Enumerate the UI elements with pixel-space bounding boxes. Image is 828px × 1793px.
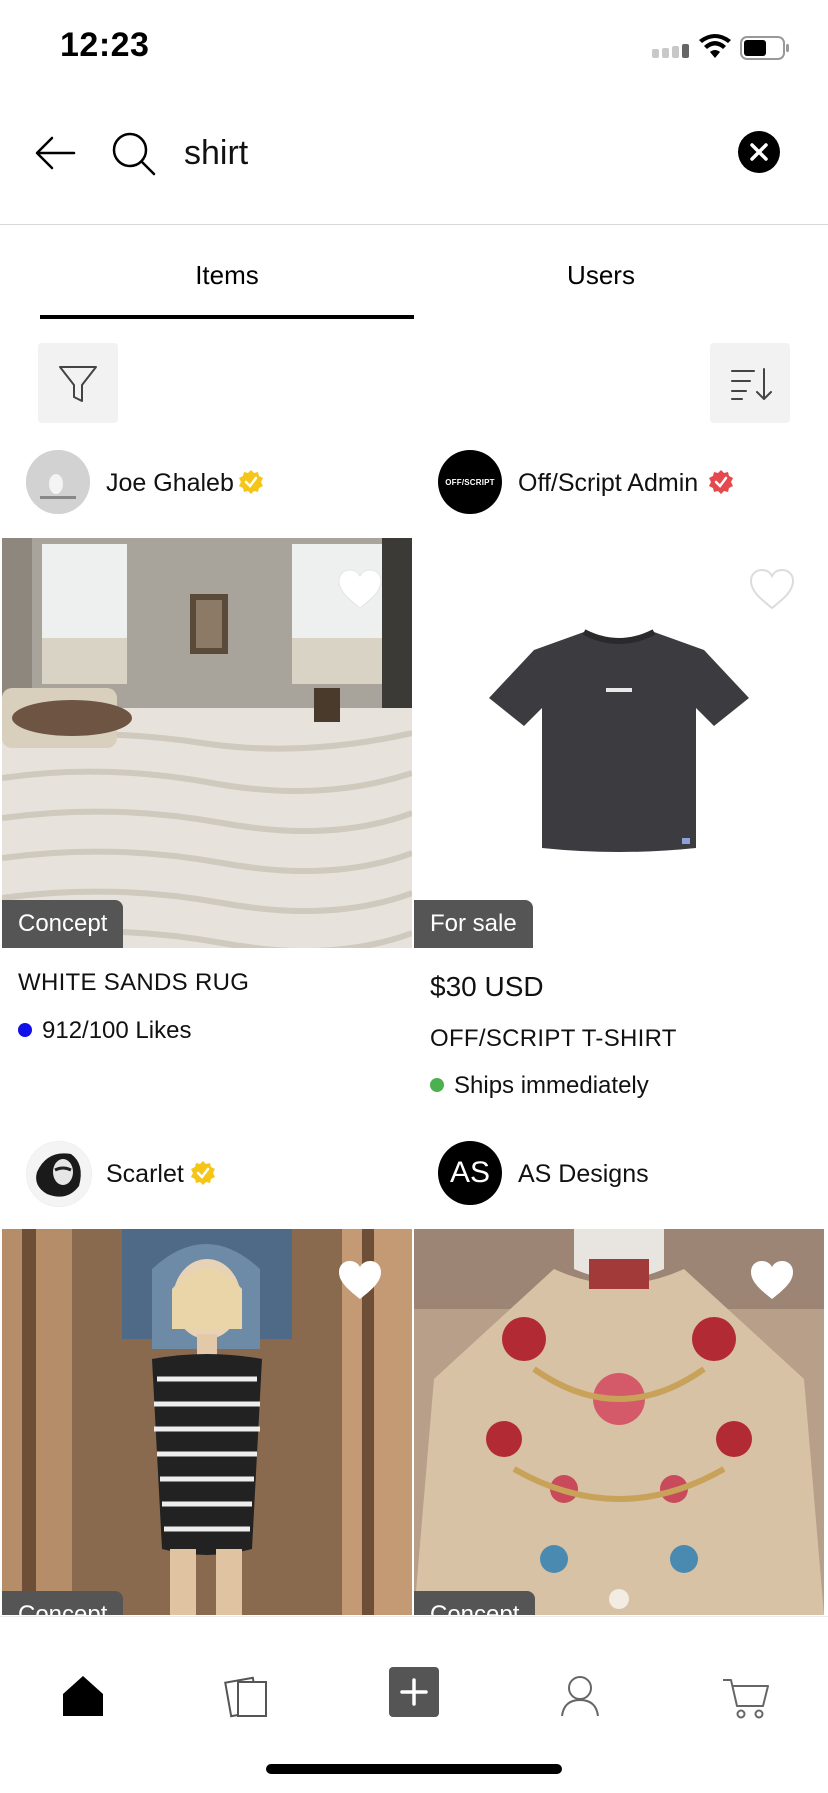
like-heart-icon[interactable] (337, 568, 383, 610)
item-tag: Concept (414, 1591, 536, 1615)
like-heart-icon[interactable] (749, 1259, 795, 1301)
item-tag: For sale (414, 900, 533, 948)
user-name[interactable]: Off/Script Admin (518, 469, 698, 498)
avatar[interactable]: AS (438, 1141, 502, 1205)
item-tag: Concept (2, 900, 124, 948)
user-name[interactable]: AS Designs (518, 1160, 649, 1189)
filter-icon (59, 366, 97, 402)
cart-icon[interactable] (715, 1666, 775, 1726)
header-divider (0, 224, 828, 225)
status-dot (18, 1023, 32, 1037)
add-icon (400, 1678, 428, 1706)
home-icon[interactable] (53, 1666, 113, 1726)
user-name[interactable]: Joe Ghaleb (106, 469, 234, 498)
user-photo (27, 1142, 91, 1206)
avatar[interactable] (26, 1141, 92, 1207)
search-icon (112, 132, 156, 176)
tab-items[interactable]: Items (40, 240, 414, 320)
user-photo (26, 450, 90, 514)
item-title[interactable]: WHITE SANDS RUG (18, 969, 249, 997)
back-button[interactable] (30, 128, 80, 178)
avatar-text: OFF/SCRIPT (445, 477, 495, 487)
status-dot (430, 1078, 444, 1092)
item-title[interactable]: OFF/SCRIPT T-SHIRT (430, 1025, 677, 1053)
item-status-text: 912/100 Likes (42, 1017, 192, 1044)
add-button[interactable] (389, 1667, 439, 1717)
verified-badge-icon (191, 1161, 215, 1185)
sort-icon (731, 368, 772, 400)
avatar-text: AS (449, 1156, 491, 1189)
clear-search-button[interactable] (738, 131, 780, 173)
item-status: Ships immediately (430, 1072, 649, 1100)
active-tab-indicator (40, 315, 414, 319)
battery-icon (740, 36, 789, 60)
like-heart-icon[interactable] (337, 1259, 383, 1301)
status-time: 12:23 (60, 26, 150, 64)
search-input[interactable] (184, 126, 704, 180)
like-heart-icon[interactable] (749, 568, 795, 610)
user-name[interactable]: Scarlet (106, 1160, 184, 1189)
item-price: $30 USD (430, 971, 544, 1002)
close-icon (750, 143, 768, 161)
tab-users[interactable]: Users (414, 240, 788, 320)
item-status: 912/100 Likes (18, 1017, 191, 1045)
profile-icon[interactable] (550, 1666, 610, 1726)
item-tag: Concept (2, 1591, 124, 1615)
home-indicator (266, 1764, 562, 1774)
sort-button[interactable] (710, 343, 790, 423)
avatar[interactable] (26, 450, 90, 514)
item-status-text: Ships immediately (454, 1072, 649, 1099)
cellular-signal-icon (652, 44, 689, 58)
verified-badge-icon (239, 470, 263, 494)
verified-badge-icon (709, 470, 733, 494)
feed-icon[interactable] (218, 1666, 278, 1726)
avatar[interactable]: OFF/SCRIPT (438, 450, 502, 514)
wifi-icon (699, 34, 731, 58)
filter-button[interactable] (38, 343, 118, 423)
